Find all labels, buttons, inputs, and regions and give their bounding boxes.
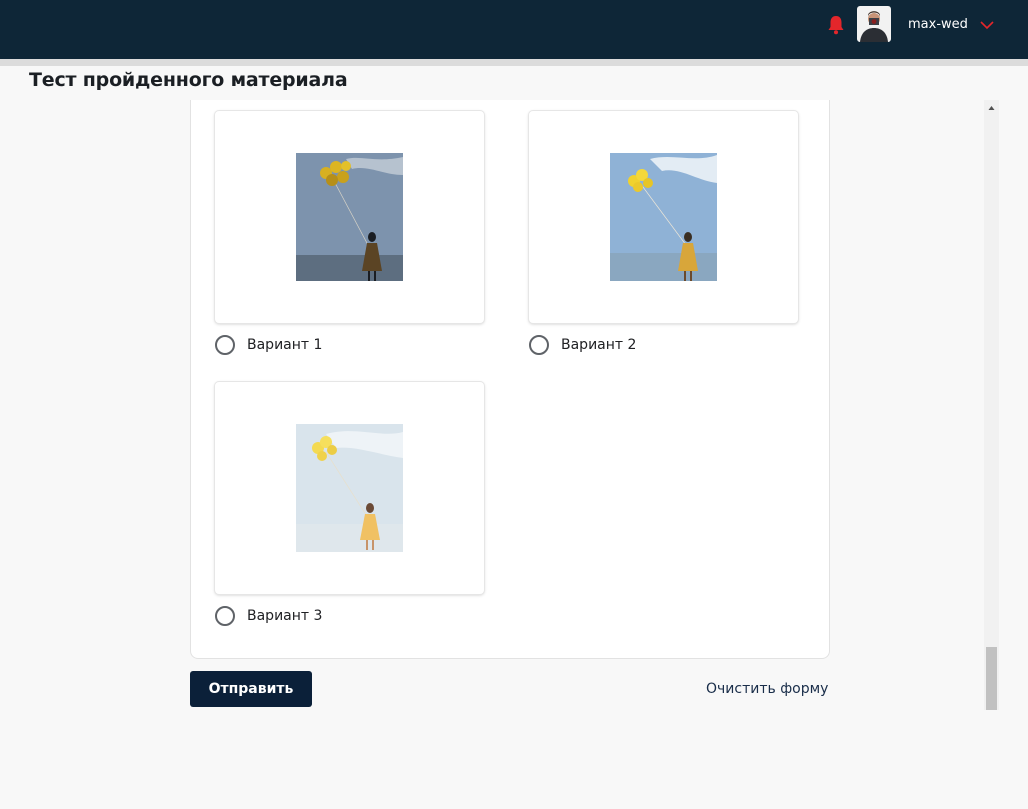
balloon-photo-image: [296, 424, 403, 552]
option-image-card-2[interactable]: [529, 111, 798, 323]
clear-form-link[interactable]: Очистить форму: [706, 681, 828, 697]
top-bar: max-wed: [0, 0, 1028, 59]
radio-button[interactable]: [529, 335, 549, 355]
question-card: Вариант 1 Вариант 2 Вариант 3: [190, 100, 830, 659]
option-image-card-1[interactable]: [215, 111, 484, 323]
scrollbar-thumb[interactable]: [986, 647, 997, 710]
option-label: Вариант 3: [247, 608, 323, 624]
header-divider: [0, 59, 1028, 66]
submit-button[interactable]: Отправить: [190, 671, 312, 707]
bell-icon[interactable]: [827, 15, 845, 35]
scrollbar[interactable]: [984, 100, 999, 710]
avatar[interactable]: [857, 6, 891, 42]
option-2[interactable]: Вариант 2: [529, 333, 636, 357]
option-image-card-3[interactable]: [215, 382, 484, 594]
option-label: Вариант 1: [247, 337, 323, 353]
page-title: Тест пройденного материала: [29, 69, 348, 91]
balloon-photo-image: [296, 153, 403, 281]
chevron-down-icon[interactable]: [979, 19, 995, 31]
username[interactable]: max-wed: [908, 17, 968, 32]
balloon-photo-image: [610, 153, 717, 281]
scroll-up-arrow-icon[interactable]: [984, 100, 999, 117]
option-3[interactable]: Вариант 3: [215, 604, 322, 628]
radio-button[interactable]: [215, 335, 235, 355]
radio-button[interactable]: [215, 606, 235, 626]
option-1[interactable]: Вариант 1: [215, 333, 322, 357]
option-label: Вариант 2: [561, 337, 637, 353]
